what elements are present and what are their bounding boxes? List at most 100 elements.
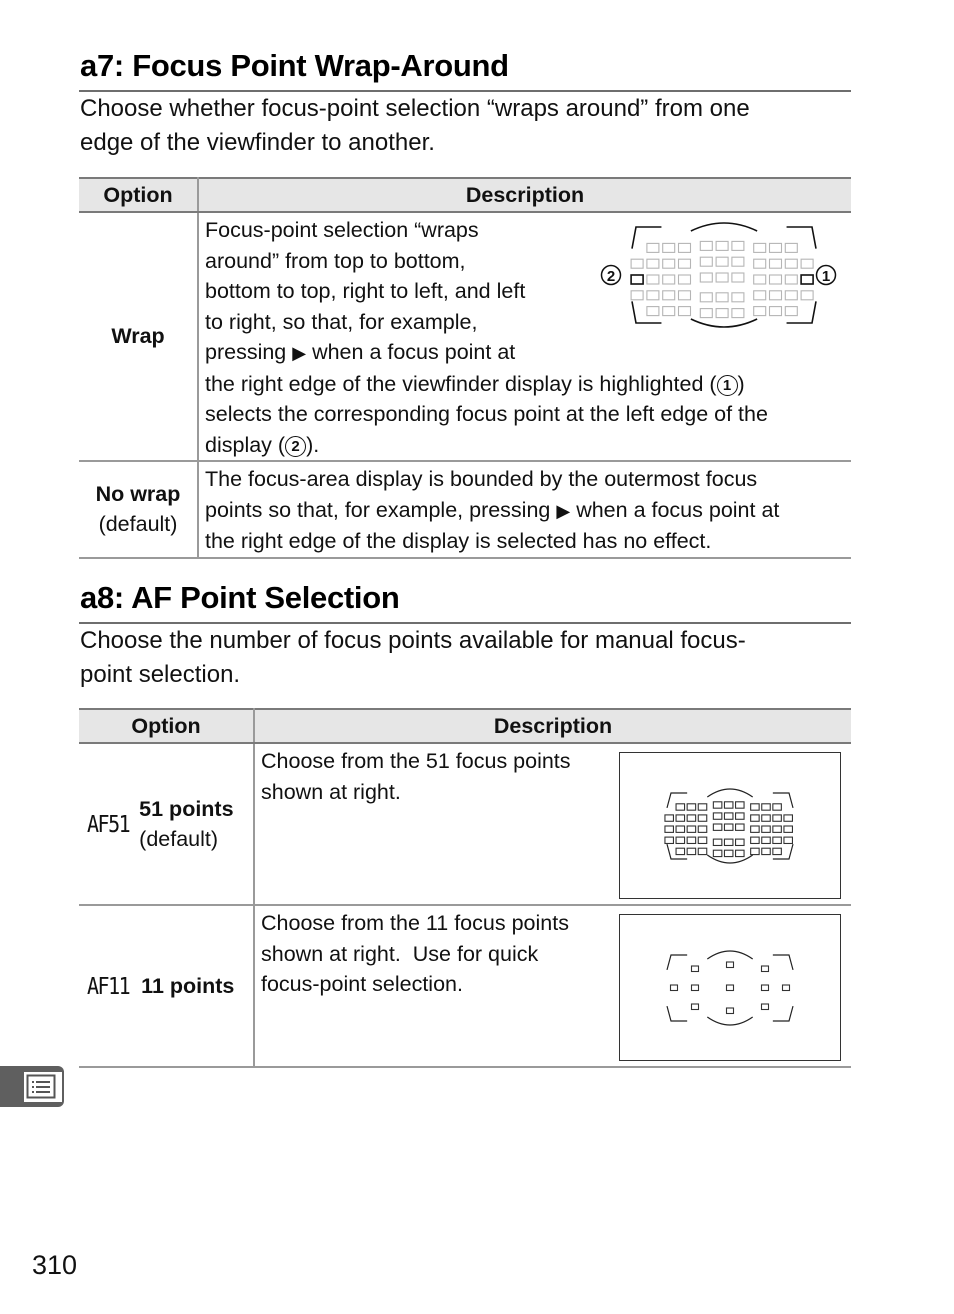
focus-point bbox=[772, 836, 782, 845]
table-row: Wrap Focus-point selection “wraps around… bbox=[79, 212, 851, 462]
focus-point bbox=[697, 825, 708, 833]
description-text: The focus-area display is bounded by the… bbox=[199, 462, 851, 557]
focus-point bbox=[735, 838, 745, 847]
section-heading-a7: a7: Focus Point Wrap-Around bbox=[80, 48, 509, 83]
option-cell: Wrap bbox=[79, 212, 199, 462]
intro-line: Choose whether focus-point selection “wr… bbox=[80, 95, 750, 122]
text-line: selects the corresponding focus point at… bbox=[205, 402, 768, 426]
option-label: No wrap bbox=[95, 482, 181, 507]
text-line: shown at right. Use for quick bbox=[261, 941, 539, 966]
focus-point bbox=[750, 825, 760, 833]
column-header-description: Description bbox=[254, 708, 851, 744]
frame-bracket bbox=[772, 1005, 794, 1022]
focus-point bbox=[712, 812, 723, 820]
focus-point bbox=[697, 836, 708, 845]
focus-point bbox=[686, 825, 697, 833]
focus-point bbox=[675, 836, 686, 845]
focus-point bbox=[750, 814, 760, 822]
text-fragment: ) bbox=[737, 371, 745, 396]
intro-line: Choose the number of focus points availa… bbox=[80, 627, 746, 654]
focus-point bbox=[781, 984, 791, 992]
focus-point bbox=[630, 258, 644, 269]
focus-point bbox=[697, 803, 708, 811]
af51-icon: AF51 bbox=[87, 810, 131, 838]
text-line: points so that, for example, pressing ▶ … bbox=[205, 495, 845, 527]
section-heading-a8: a8: AF Point Selection bbox=[80, 580, 400, 615]
intro-line: edge of the viewfinder to another. bbox=[80, 129, 435, 156]
focus-point bbox=[735, 823, 745, 831]
focus-point bbox=[715, 272, 729, 283]
table-header-row: Option Description bbox=[79, 708, 851, 744]
option-cell: AF11 11 points bbox=[79, 905, 255, 1068]
focus-point bbox=[735, 801, 745, 809]
focus-point bbox=[800, 274, 814, 285]
focus-point bbox=[768, 274, 783, 285]
focus-point bbox=[699, 240, 713, 251]
text-fragment: display ( bbox=[205, 432, 286, 457]
focus-point bbox=[783, 825, 793, 833]
focus-point bbox=[723, 849, 734, 858]
focus-point bbox=[725, 1007, 735, 1015]
frame-arc bbox=[706, 788, 754, 798]
description-cell: The focus-area display is bounded by the… bbox=[198, 461, 851, 559]
description-text: Choose from the 11 focus points shown at… bbox=[255, 906, 607, 1000]
focus-point bbox=[783, 836, 793, 845]
text-fragment: ). bbox=[306, 432, 320, 457]
frame-bracket bbox=[772, 954, 794, 971]
custom-settings-menu-tab[interactable] bbox=[0, 1066, 64, 1107]
focus-point bbox=[753, 274, 767, 285]
focus-point bbox=[760, 1003, 770, 1011]
focus-point bbox=[662, 242, 676, 253]
focus-point bbox=[699, 272, 713, 283]
focus-point bbox=[735, 849, 745, 858]
focus-point bbox=[761, 847, 771, 856]
focus-point bbox=[677, 290, 692, 301]
section-intro-a8: Choose the number of focus points availa… bbox=[80, 624, 852, 692]
focus-point bbox=[761, 825, 771, 833]
focus-point bbox=[662, 258, 676, 269]
callout-2-icon: 2 bbox=[285, 435, 307, 457]
table-row: AF51 51 points (default) Choose from the… bbox=[79, 743, 851, 906]
focus-point bbox=[690, 965, 700, 973]
focus-point bbox=[784, 258, 798, 269]
callout-label: 2 bbox=[607, 268, 615, 285]
focus-point bbox=[699, 292, 713, 303]
focus-point bbox=[753, 306, 767, 317]
focus-point bbox=[768, 242, 783, 253]
wrap-around-viewfinder-diagram: 21 bbox=[600, 222, 837, 328]
focus-point bbox=[646, 306, 660, 317]
text-fragment: when a focus point at bbox=[312, 340, 516, 364]
focus-point bbox=[699, 308, 713, 319]
viewfinder-51-frame bbox=[619, 752, 841, 899]
focus-point bbox=[761, 836, 771, 845]
focus-point bbox=[686, 847, 697, 856]
text-line: the right edge of the display is selecte… bbox=[205, 529, 712, 553]
focus-point bbox=[697, 814, 708, 822]
focus-point bbox=[662, 306, 676, 317]
section-intro-a7: Choose whether focus-point selection “wr… bbox=[80, 92, 852, 160]
focus-point bbox=[768, 258, 783, 269]
focus-point bbox=[699, 256, 713, 267]
focus-point bbox=[783, 814, 793, 822]
focus-point bbox=[768, 290, 783, 301]
focus-point bbox=[761, 814, 771, 822]
focus-point bbox=[677, 258, 692, 269]
page-number: 310 bbox=[32, 1250, 78, 1280]
focus-point bbox=[664, 836, 675, 845]
frame-arc bbox=[706, 1016, 754, 1026]
viewfinder-11-frame bbox=[619, 914, 841, 1061]
text-line: The focus-area display is bounded by the… bbox=[205, 467, 758, 491]
focus-point bbox=[750, 847, 760, 856]
focus-point bbox=[690, 984, 700, 992]
column-header-description: Description bbox=[198, 177, 851, 213]
column-header-option: Option bbox=[79, 708, 255, 744]
frame-arc bbox=[690, 318, 758, 328]
focus-point bbox=[675, 847, 686, 856]
focus-point bbox=[686, 814, 697, 822]
focus-point bbox=[772, 847, 782, 856]
focus-point bbox=[800, 290, 814, 301]
focus-point bbox=[646, 242, 660, 253]
focus-point bbox=[669, 984, 679, 992]
focus-point bbox=[731, 240, 745, 251]
focus-point bbox=[697, 847, 708, 856]
